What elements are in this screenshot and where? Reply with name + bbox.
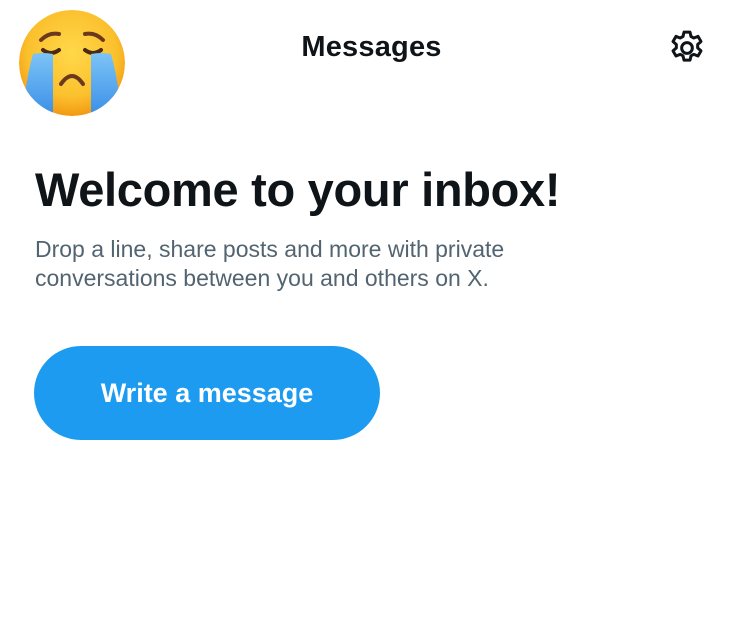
write-message-button[interactable]: Write a message xyxy=(34,346,380,440)
gear-icon xyxy=(671,30,703,62)
page-title: Messages xyxy=(301,31,442,63)
welcome-description: Drop a line, share posts and more with p… xyxy=(35,236,505,291)
welcome-headline: Welcome to your inbox! xyxy=(35,163,561,216)
settings-button[interactable] xyxy=(665,26,709,70)
